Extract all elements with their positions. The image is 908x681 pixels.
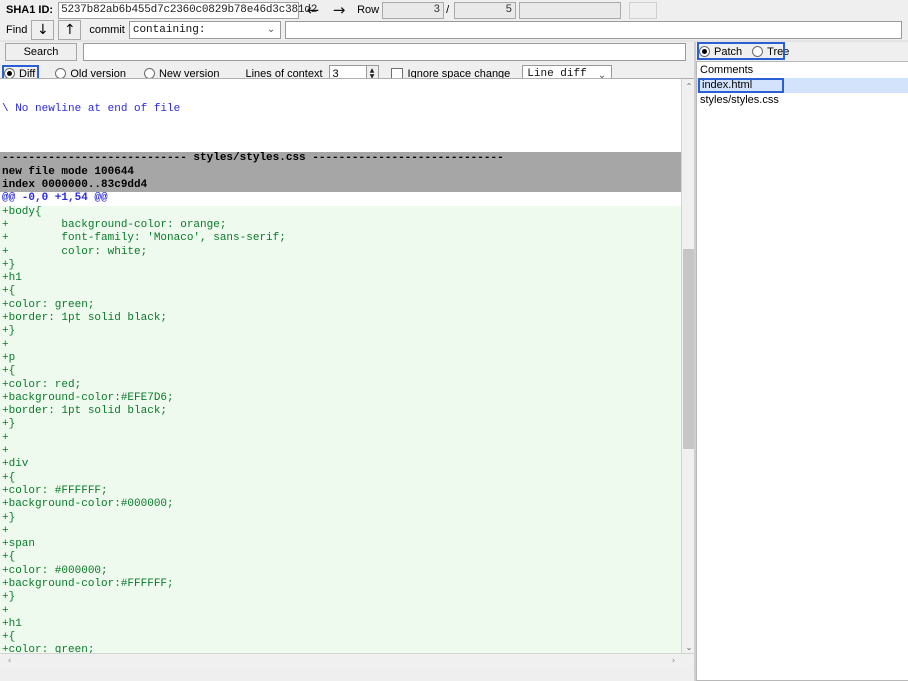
row-current-input[interactable]: 3 bbox=[382, 1, 445, 19]
commit-filter-value: containing: bbox=[132, 24, 206, 36]
diff-line: +color: #FFFFFF; bbox=[0, 484, 681, 499]
diff-line: + font-family: 'Monaco', sans-serif; bbox=[0, 232, 681, 246]
forward-arrow-icon[interactable]: → bbox=[327, 1, 351, 20]
toolbar-row-find: Find ↓ ↑ commit containing: ⌄ bbox=[0, 20, 908, 40]
diff-line: +} bbox=[0, 418, 681, 432]
diff-line: +color: red; bbox=[0, 378, 681, 392]
diff-line: +h1 bbox=[0, 272, 681, 286]
diff-line: + bbox=[0, 524, 681, 539]
diff-line: +} bbox=[0, 325, 681, 339]
diff-line: +{ bbox=[0, 285, 681, 299]
diff-line: +border: 1pt solid black; bbox=[0, 405, 681, 419]
back-arrow-icon[interactable]: ← bbox=[301, 1, 325, 20]
gitk-window: SHA1 ID: 5237b82ab6b455d7c2360c0829b78e4… bbox=[0, 0, 908, 681]
diff-line: + bbox=[0, 445, 681, 459]
diff-line: +background-color:#000000; bbox=[0, 498, 681, 512]
diff-line: + bbox=[0, 431, 681, 446]
sha1-id-input[interactable]: 5237b82ab6b455d7c2360c0829b78e46d3c381d2 bbox=[58, 1, 317, 19]
patch-tree-radio-row: Patch Tree bbox=[696, 42, 908, 61]
radio-patch-icon[interactable] bbox=[699, 46, 710, 57]
radio-tree-label[interactable]: Tree bbox=[767, 46, 789, 58]
diff-line-clipped: \ No newline at end of file bbox=[0, 102, 681, 113]
diff-line: +body{ bbox=[0, 205, 681, 219]
diff-line: +h1 bbox=[0, 617, 681, 632]
side-panel: Patch Tree Comments index.html styles/styl… bbox=[696, 42, 908, 681]
chevron-down-icon: ⌄ bbox=[266, 24, 276, 35]
diff-line: +{ bbox=[0, 551, 681, 565]
find-label: Find bbox=[6, 24, 28, 36]
toolbar-spacer bbox=[629, 1, 658, 19]
toolbar-row-sha: SHA1 ID: 5237b82ab6b455d7c2360c0829b78e4… bbox=[0, 0, 908, 20]
diff-line bbox=[0, 139, 681, 153]
top-toolbar: SHA1 ID: 5237b82ab6b455d7c2360c0829b78e4… bbox=[0, 0, 908, 41]
diff-line: +div bbox=[0, 458, 681, 472]
radio-tree-icon[interactable] bbox=[752, 46, 764, 57]
scroll-left-icon[interactable]: ‹ bbox=[2, 654, 17, 668]
diff-line: + color: white; bbox=[0, 245, 681, 259]
diff-line: + bbox=[0, 338, 681, 352]
diff-line: +{ bbox=[0, 631, 681, 645]
diff-line: + bbox=[0, 604, 681, 618]
file-list[interactable]: Comments index.html styles/styles.css bbox=[696, 61, 908, 681]
diff-horizontal-scrollbar[interactable]: ‹ › bbox=[0, 653, 695, 668]
row-extra-input[interactable] bbox=[519, 1, 622, 19]
diff-line: +} bbox=[0, 511, 681, 525]
search-input[interactable] bbox=[83, 43, 686, 61]
diff-line: +border: 1pt solid black; bbox=[0, 312, 681, 326]
diff-line: +} bbox=[0, 258, 681, 273]
diff-line: +{ bbox=[0, 471, 681, 485]
diff-line: + background-color: orange; bbox=[0, 218, 681, 233]
file-list-item[interactable]: Comments bbox=[697, 63, 908, 78]
radio-patch-label[interactable]: Patch bbox=[714, 46, 742, 58]
diff-line: +{ bbox=[0, 365, 681, 379]
diff-vertical-scrollbar[interactable]: ⌃ ⌄ bbox=[681, 79, 695, 654]
scroll-right-icon[interactable]: › bbox=[666, 654, 681, 668]
file-list-item[interactable]: styles/styles.css bbox=[697, 93, 908, 108]
row-separator: / bbox=[446, 4, 450, 16]
diff-line: +color: green; bbox=[0, 298, 681, 313]
sha1-id-label: SHA1 ID: bbox=[6, 4, 54, 16]
diff-content-area[interactable]: \ No newline at end of file ------------… bbox=[0, 79, 681, 654]
diff-line: +} bbox=[0, 591, 681, 605]
commit-filter-select[interactable]: containing: ⌄ bbox=[128, 21, 281, 39]
find-down-icon[interactable]: ↓ bbox=[31, 20, 55, 40]
diff-line: ---------------------------- styles/styl… bbox=[0, 152, 681, 166]
diff-line: +background-color:#FFFFFF; bbox=[0, 577, 681, 592]
file-list-item-label: index.html bbox=[702, 79, 753, 91]
diff-line: index 0000000..83c9dd4 bbox=[0, 179, 681, 193]
row-label: Row bbox=[357, 4, 380, 16]
search-row: Search bbox=[0, 42, 695, 62]
diff-line: new file mode 100644 bbox=[0, 165, 681, 180]
diff-line: +p bbox=[0, 351, 681, 366]
diff-line: +span bbox=[0, 538, 681, 552]
diff-line: @@ -0,0 +1,54 @@ bbox=[0, 192, 681, 206]
diff-line: +color: #000000; bbox=[0, 564, 681, 578]
row-total-input[interactable]: 5 bbox=[454, 1, 517, 19]
search-button[interactable]: Search bbox=[5, 43, 77, 61]
file-list-item-selected[interactable]: index.html bbox=[697, 78, 908, 93]
find-text-input[interactable] bbox=[284, 21, 902, 39]
diff-panel: \ No newline at end of file ------------… bbox=[0, 78, 695, 668]
find-up-icon[interactable]: ↑ bbox=[58, 20, 82, 40]
diff-line: +background-color:#EFE7D6; bbox=[0, 391, 681, 406]
diff-text: \ No newline at end of file ------------… bbox=[0, 79, 681, 654]
diff-line-list: ---------------------------- styles/styl… bbox=[0, 139, 681, 654]
commit-label: commit bbox=[89, 24, 125, 36]
